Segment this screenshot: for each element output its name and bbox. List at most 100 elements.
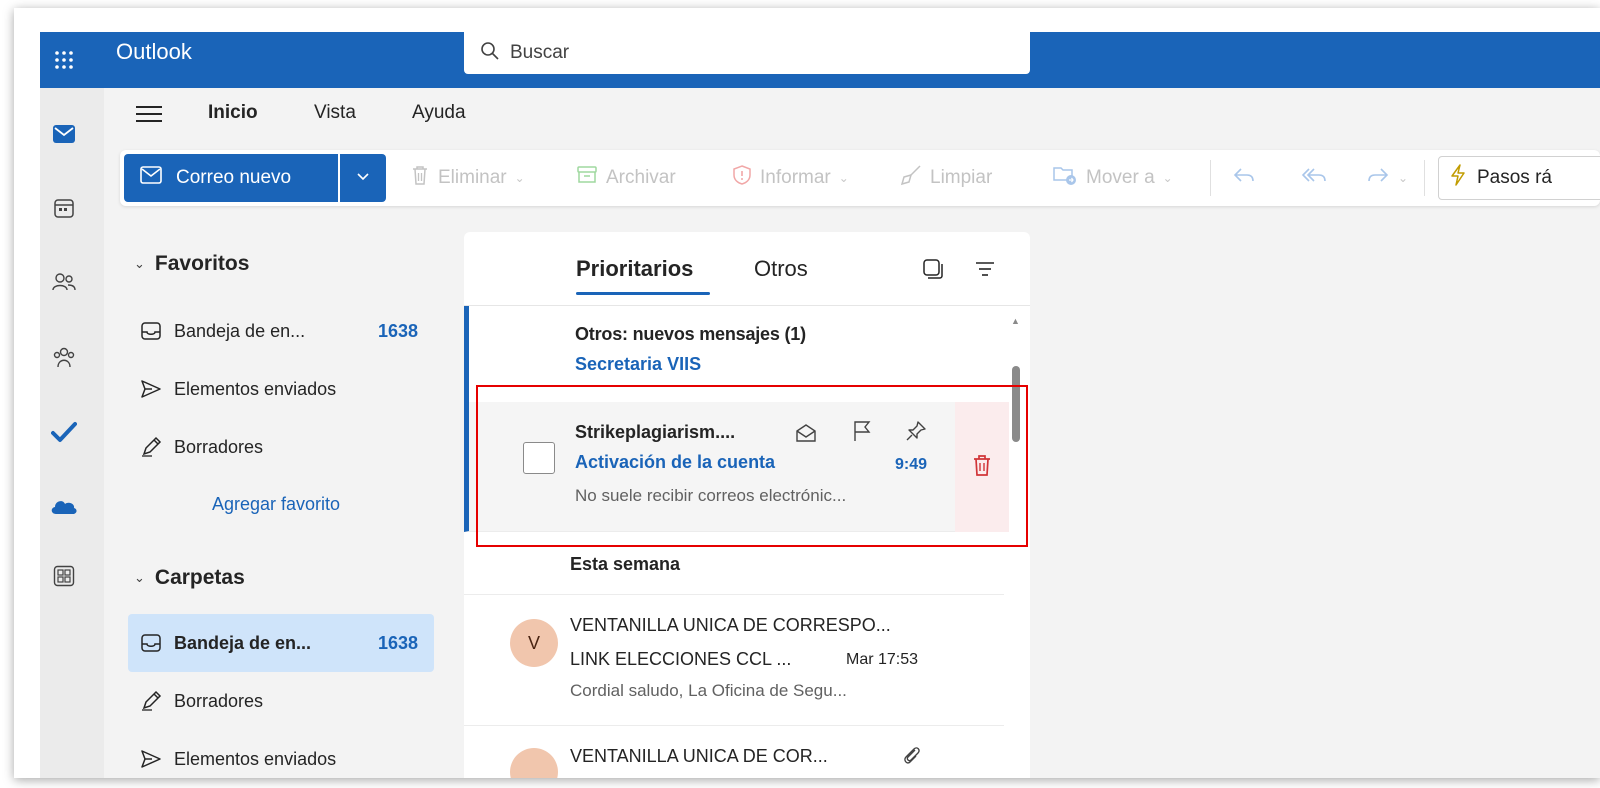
calendar-icon[interactable] <box>40 188 88 228</box>
chevron-down-icon: ⌄ <box>1162 171 1173 185</box>
message-item[interactable]: Strikeplagiarism.... Activación de la cu… <box>464 402 1009 532</box>
sweep-button[interactable]: Limpiar <box>900 150 992 206</box>
new-mail-label: Correo nuevo <box>176 167 292 188</box>
hamburger-menu-icon[interactable] <box>134 102 164 128</box>
sent-icon <box>138 376 164 402</box>
message-preview: Cordial saludo, La Oficina de Segu... <box>570 681 847 700</box>
quick-steps-label: Pasos rá <box>1477 167 1552 188</box>
chevron-down-icon <box>356 169 370 187</box>
flag-icon[interactable] <box>847 416 877 446</box>
active-tab-indicator <box>576 292 710 295</box>
people-icon[interactable] <box>40 262 88 302</box>
forward-icon <box>1366 165 1390 191</box>
reply-icon <box>1232 165 1256 191</box>
message-list: Prioritarios Otros Otros: nuevos mensaje… <box>464 232 1030 778</box>
archive-label: Archivar <box>606 167 676 188</box>
inbox-icon <box>138 630 164 656</box>
tab-focused[interactable]: Prioritarios <box>576 256 693 282</box>
message-item[interactable]: VENTANILLA UNICA DE COR... <box>464 726 1004 778</box>
broom-icon <box>900 164 922 192</box>
folder-move-icon <box>1052 164 1078 192</box>
favorites-title: Favoritos <box>154 252 250 275</box>
lightning-icon <box>1449 164 1467 192</box>
chevron-down-icon: ⌄ <box>514 171 525 185</box>
new-mail-dropdown[interactable] <box>340 154 386 202</box>
archive-button[interactable]: Archivar <box>576 150 676 206</box>
reply-button[interactable] <box>1232 150 1256 206</box>
add-favorite-link[interactable]: Agregar favorito <box>212 494 340 515</box>
ribbon-tabs: Inicio Vista Ayuda <box>104 88 1600 144</box>
scroll-up-icon[interactable]: ▲ <box>1011 316 1020 326</box>
folder-label: Bandeja de en... <box>174 320 306 341</box>
search-box[interactable]: Buscar <box>464 32 1030 74</box>
tab-other[interactable]: Otros <box>754 256 808 282</box>
chevron-down-icon: ⌄ <box>1398 171 1409 185</box>
message-subject: LINK ELECCIONES CCL ... <box>570 649 792 669</box>
groups-icon[interactable] <box>40 338 88 378</box>
favorite-inbox[interactable]: Bandeja de en... 1638 <box>128 308 434 354</box>
tab-inicio[interactable]: Inicio <box>208 102 258 124</box>
delete-button[interactable]: Eliminar ⌄ <box>410 150 525 206</box>
reply-all-icon <box>1300 165 1328 191</box>
message-item[interactable]: V VENTANILLA UNICA DE CORRESPO... LINK E… <box>464 594 1004 726</box>
folder-label: Borradores <box>174 690 264 711</box>
folder-label: Borradores <box>174 436 264 457</box>
folders-header[interactable]: ⌄ Carpetas <box>134 566 245 590</box>
notice-title: Otros: nuevos mensajes (1) <box>575 324 806 344</box>
favorites-header[interactable]: ⌄ Favoritos <box>134 252 249 276</box>
app-title[interactable]: Outlook <box>116 32 192 88</box>
avatar <box>510 748 558 778</box>
new-mail-button[interactable]: Correo nuevo <box>124 154 338 202</box>
group-header: Esta semana <box>570 554 681 574</box>
delete-label: Eliminar <box>438 167 507 188</box>
message-sender: Strikeplagiarism.... <box>575 422 736 442</box>
sent-icon <box>138 746 164 772</box>
notice-sender: Secretaria VIIS <box>575 354 702 374</box>
message-sender: VENTANILLA UNICA DE COR... <box>570 746 828 766</box>
mark-read-icon[interactable] <box>791 418 821 448</box>
app-launcher-icon[interactable] <box>40 32 88 88</box>
archive-icon <box>576 165 598 191</box>
select-mode-icon[interactable] <box>918 254 948 284</box>
folder-drafts[interactable]: Borradores <box>128 678 434 724</box>
unread-count: 1638 <box>378 632 419 653</box>
scrollbar-thumb[interactable] <box>1012 366 1020 442</box>
reply-all-button[interactable] <box>1300 150 1328 206</box>
command-bar: Correo nuevo Eliminar ⌄ Archivar Informa… <box>120 150 1600 206</box>
filter-icon[interactable] <box>970 254 1000 284</box>
report-button[interactable]: Informar ⌄ <box>732 150 849 206</box>
folder-inbox[interactable]: Bandeja de en... 1638 <box>128 614 434 672</box>
shield-alert-icon <box>732 164 752 192</box>
folders-title: Carpetas <box>154 566 245 589</box>
forward-button[interactable]: ⌄ <box>1366 150 1408 206</box>
quick-steps-button[interactable]: Pasos rá <box>1438 156 1600 200</box>
todo-icon[interactable] <box>40 412 88 452</box>
move-to-button[interactable]: Mover a ⌄ <box>1052 150 1173 206</box>
favorite-drafts[interactable]: Borradores <box>128 424 434 470</box>
pin-icon[interactable] <box>901 416 931 446</box>
message-preview: No suele recibir correos electrónic... <box>575 486 847 505</box>
avatar: V <box>510 619 558 667</box>
message-checkbox[interactable] <box>523 442 555 474</box>
chevron-down-icon: ⌄ <box>838 171 849 185</box>
other-inbox-notice[interactable]: Otros: nuevos mensajes (1) Secretaria VI… <box>464 306 1004 402</box>
tab-ayuda[interactable]: Ayuda <box>412 102 466 124</box>
onedrive-icon[interactable] <box>40 486 88 526</box>
chevron-down-icon: ⌄ <box>134 256 145 271</box>
delete-message-button[interactable] <box>955 402 1009 532</box>
message-list-header: Prioritarios Otros <box>464 232 1030 306</box>
screenshot-frame: Outlook Buscar Inicio Vista Ayuda Correo… <box>14 8 1600 778</box>
outlook-app: Outlook Buscar Inicio Vista Ayuda Correo… <box>40 32 1600 778</box>
search-icon <box>480 41 500 66</box>
drafts-icon <box>138 434 164 460</box>
trash-icon <box>971 453 993 482</box>
drafts-icon <box>138 688 164 714</box>
mail-icon[interactable] <box>40 114 88 154</box>
message-time: 9:49 <box>895 456 928 473</box>
folder-sent[interactable]: Elementos enviados <box>128 736 434 778</box>
tab-vista[interactable]: Vista <box>314 102 356 124</box>
favorite-sent[interactable]: Elementos enviados <box>128 366 434 412</box>
apps-icon[interactable] <box>40 556 88 596</box>
message-sender: VENTANILLA UNICA DE CORRESPO... <box>570 615 891 635</box>
search-input[interactable]: Buscar <box>510 42 569 64</box>
